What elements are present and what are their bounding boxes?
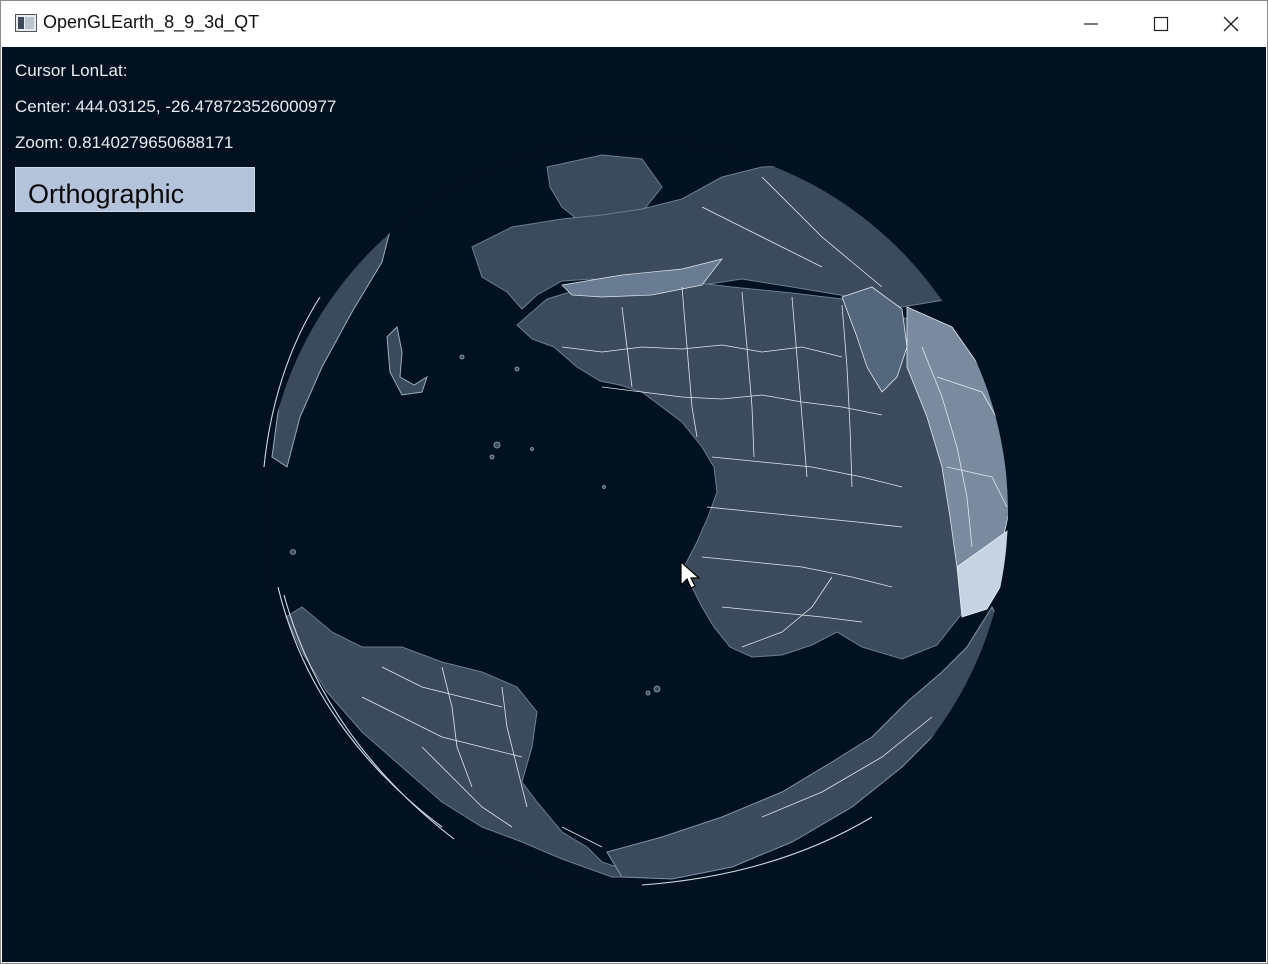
minimize-icon bbox=[1084, 23, 1098, 25]
title-bar[interactable]: OpenGLEarth_8_9_3d_QT bbox=[1, 1, 1267, 47]
app-window-icon bbox=[15, 14, 37, 32]
globe-viewport[interactable]: Cursor LonLat: Center: 444.03125, -26.47… bbox=[2, 47, 1266, 962]
window-title: OpenGLEarth_8_9_3d_QT bbox=[43, 12, 260, 32]
cursor-lonlat-label: Cursor LonLat: bbox=[15, 61, 128, 80]
minimize-button[interactable] bbox=[1057, 1, 1125, 47]
projection-toggle-button[interactable]: Orthographic bbox=[15, 167, 255, 212]
app-window: OpenGLEarth_8_9_3d_QT Cursor LonLat: Cen… bbox=[0, 0, 1268, 964]
maximize-button[interactable] bbox=[1127, 1, 1195, 47]
maximize-icon bbox=[1153, 16, 1169, 32]
close-icon bbox=[1223, 16, 1239, 32]
mouse-cursor-icon bbox=[680, 561, 701, 589]
center-coordinates-label: Center: 444.03125, -26.478723526000977 bbox=[15, 97, 337, 116]
close-button[interactable] bbox=[1197, 1, 1265, 47]
zoom-label: Zoom: 0.8140279650688171 bbox=[15, 133, 234, 152]
